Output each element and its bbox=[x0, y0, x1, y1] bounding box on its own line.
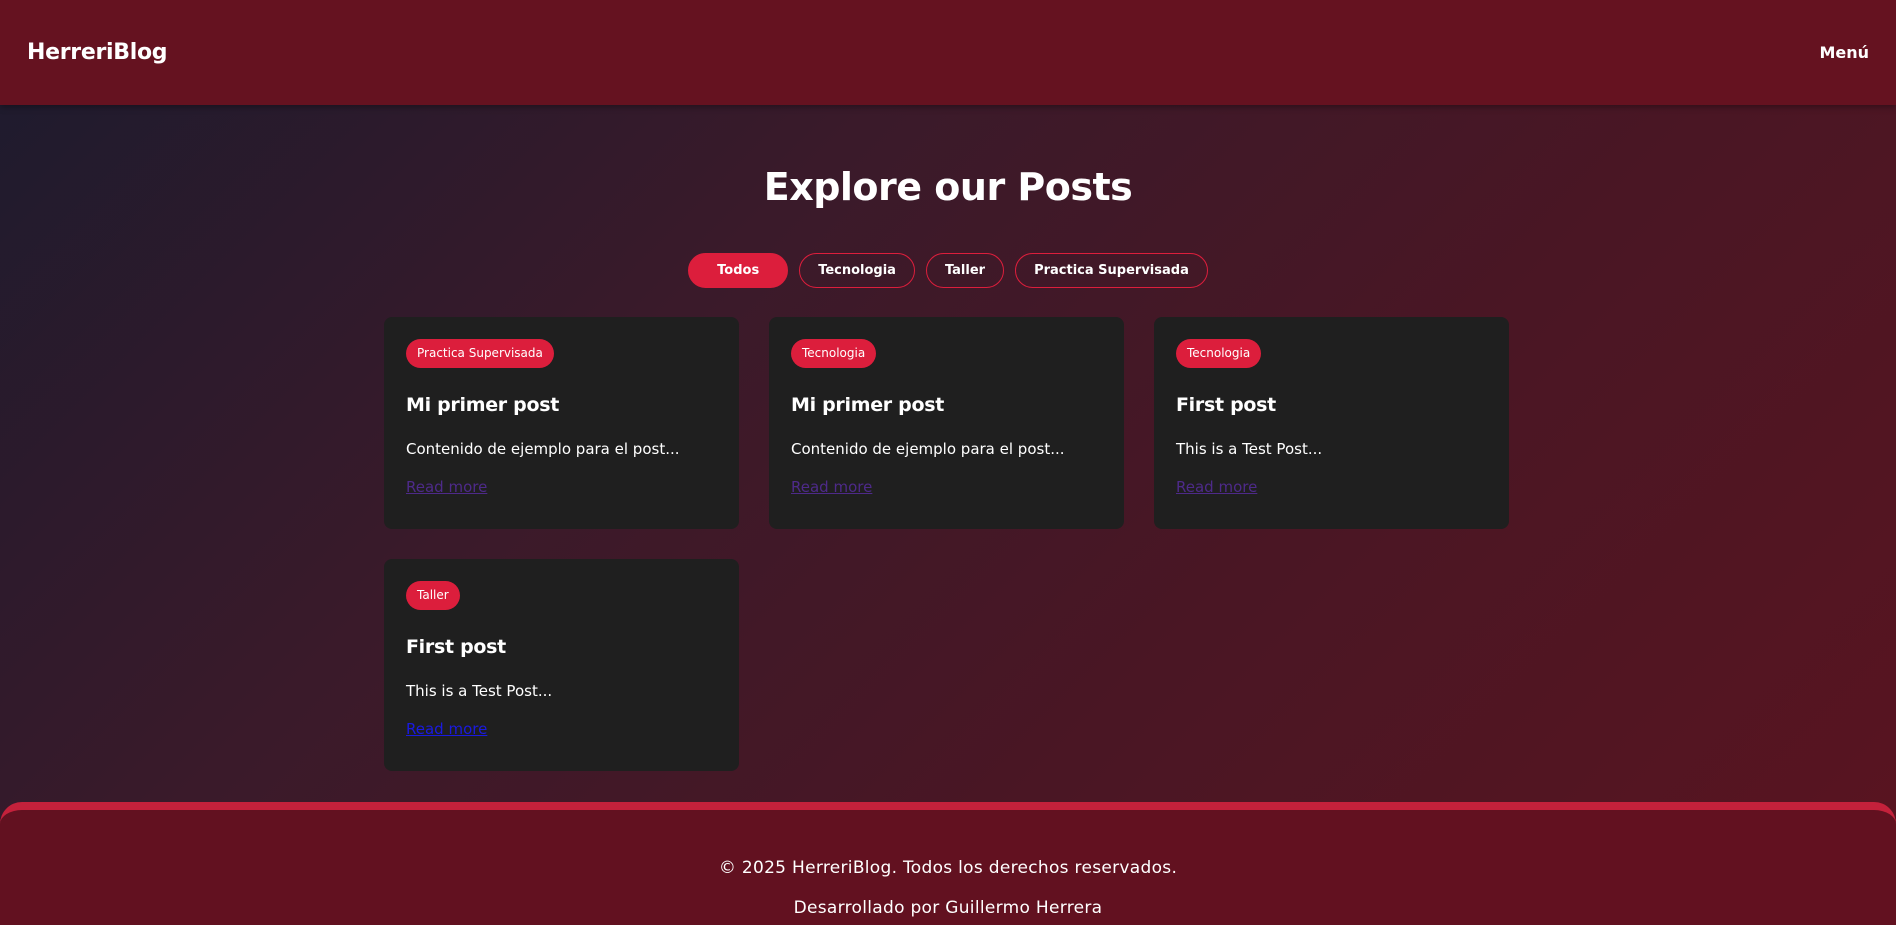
post-card: Tecnologia Mi primer post Contenido de e… bbox=[769, 317, 1124, 529]
category-badge: Tecnologia bbox=[791, 339, 877, 368]
category-badge: Tecnologia bbox=[1176, 339, 1262, 368]
read-more-link[interactable]: Read more bbox=[406, 478, 487, 496]
read-more-link[interactable]: Read more bbox=[791, 478, 872, 496]
post-title: First post bbox=[406, 636, 506, 658]
post-excerpt: This is a Test Post... bbox=[406, 682, 553, 700]
post-title: Mi primer post bbox=[406, 394, 560, 416]
post-excerpt: Contenido de ejemplo para el post... bbox=[791, 440, 1065, 458]
page-title: Explore our Posts bbox=[763, 165, 1133, 209]
read-more-link[interactable]: Read more bbox=[1176, 478, 1257, 496]
post-card: Tecnologia First post This is a Test Pos… bbox=[1154, 317, 1509, 529]
filter-tecnologia[interactable]: Tecnologia bbox=[799, 253, 915, 288]
posts-grid: Practica Supervisada Mi primer post Cont… bbox=[384, 317, 1510, 771]
post-card: Practica Supervisada Mi primer post Cont… bbox=[384, 317, 739, 529]
category-badge: Practica Supervisada bbox=[406, 339, 554, 368]
post-card: Taller First post This is a Test Post...… bbox=[384, 559, 739, 771]
category-filters: Todos Tecnologia Taller Practica Supervi… bbox=[0, 253, 1896, 288]
read-more-link[interactable]: Read more bbox=[406, 720, 487, 738]
post-title: First post bbox=[1176, 394, 1276, 416]
menu-button[interactable]: Menú bbox=[1819, 43, 1869, 62]
filter-todos[interactable]: Todos bbox=[688, 253, 789, 288]
brand-logo[interactable]: HerreriBlog bbox=[27, 40, 168, 65]
post-excerpt: Contenido de ejemplo para el post... bbox=[406, 440, 680, 458]
site-footer: © 2025 HerreriBlog. Todos los derechos r… bbox=[0, 802, 1896, 925]
post-title: Mi primer post bbox=[791, 394, 945, 416]
filter-practica-supervisada[interactable]: Practica Supervisada bbox=[1015, 253, 1208, 288]
copyright-text: © 2025 HerreriBlog. Todos los derechos r… bbox=[718, 858, 1178, 878]
filter-taller[interactable]: Taller bbox=[925, 253, 1005, 288]
category-badge: Taller bbox=[406, 581, 460, 610]
post-excerpt: This is a Test Post... bbox=[1176, 440, 1323, 458]
credit-text: Desarrollado por Guillermo Herrera bbox=[793, 898, 1103, 918]
site-header: HerreriBlog Menú bbox=[0, 0, 1896, 105]
